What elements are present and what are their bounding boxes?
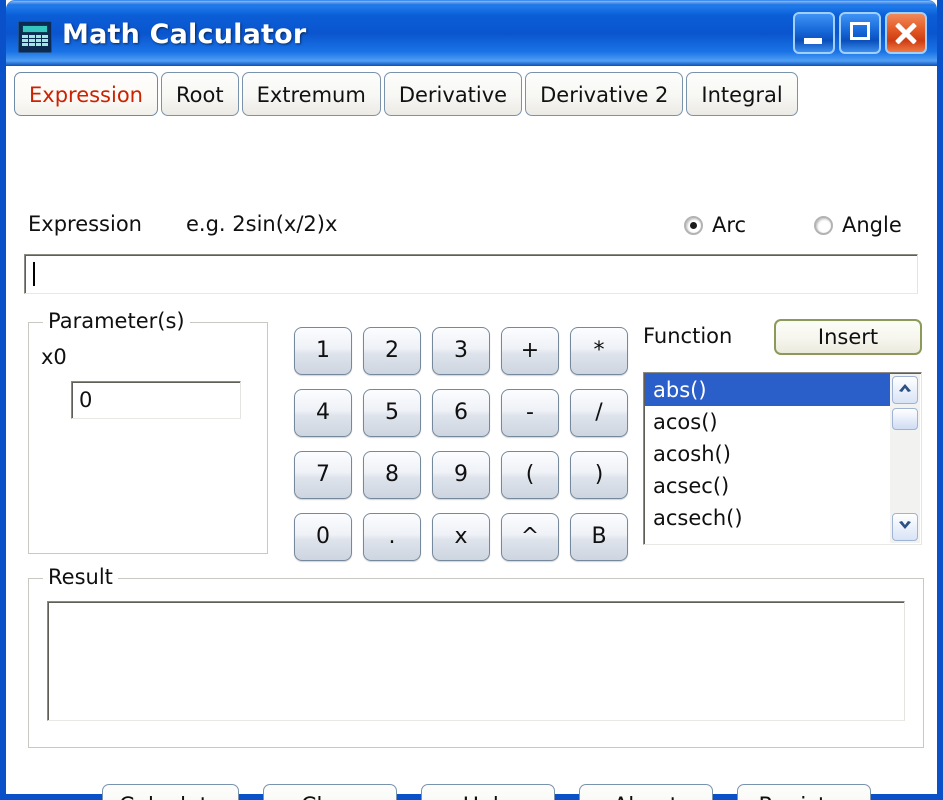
key-paren-close[interactable]: ) — [570, 451, 628, 499]
maximize-button[interactable] — [839, 12, 881, 54]
function-item-acsec[interactable]: acsec() — [645, 470, 890, 502]
tab-extremum[interactable]: Extremum — [241, 72, 381, 116]
function-item-acsech[interactable]: acsech() — [645, 502, 890, 534]
expression-label: Expression — [28, 212, 142, 236]
tab-derivative-2[interactable]: Derivative 2 — [525, 72, 684, 116]
close-button[interactable] — [885, 12, 927, 54]
calculator-icon — [18, 21, 52, 53]
key-multiply[interactable]: * — [570, 327, 628, 375]
scroll-down-icon[interactable] — [892, 513, 918, 541]
radio-angle-label: Angle — [842, 213, 902, 237]
function-list[interactable]: abs() acos() acosh() acsec() acsech() — [643, 372, 922, 545]
key-decimal-point[interactable]: . — [363, 513, 421, 561]
key-7[interactable]: 7 — [294, 451, 352, 499]
function-item-acosh[interactable]: acosh() — [645, 438, 890, 470]
function-list-scrollbar[interactable] — [890, 374, 920, 543]
window-controls — [793, 12, 927, 54]
key-6[interactable]: 6 — [432, 389, 490, 437]
key-8[interactable]: 8 — [363, 451, 421, 499]
radio-arc-label: Arc — [712, 213, 747, 237]
function-item-acos[interactable]: acos() — [645, 406, 890, 438]
key-4[interactable]: 4 — [294, 389, 352, 437]
key-0[interactable]: 0 — [294, 513, 352, 561]
key-minus[interactable]: - — [501, 389, 559, 437]
client-area: Expression Root Extremum Derivative Deri… — [6, 66, 937, 800]
function-label: Function — [643, 324, 733, 348]
tab-root[interactable]: Root — [161, 72, 239, 116]
key-power[interactable]: ^ — [501, 513, 559, 561]
title-bar: Math Calculator — [6, 0, 937, 66]
clear-button[interactable]: Clear — [262, 784, 397, 800]
key-plus[interactable]: + — [501, 327, 559, 375]
radio-arc[interactable]: Arc — [684, 213, 746, 237]
action-button-row: Calculate Clear Help About Register — [102, 784, 871, 800]
radio-angle[interactable]: Angle — [814, 213, 902, 237]
insert-button[interactable]: Insert — [774, 319, 922, 355]
key-x[interactable]: x — [432, 513, 490, 561]
result-textarea[interactable] — [47, 601, 905, 721]
key-backspace[interactable]: B — [570, 513, 628, 561]
parameter-x0-input[interactable]: 0 — [71, 381, 241, 419]
calculate-button[interactable]: Calculate — [102, 784, 239, 800]
scroll-up-icon[interactable] — [892, 376, 918, 404]
key-2[interactable]: 2 — [363, 327, 421, 375]
about-button[interactable]: About — [578, 784, 713, 800]
radio-angle-indicator — [814, 215, 833, 235]
tab-integral[interactable]: Integral — [686, 72, 798, 116]
parameter-x0-value: 0 — [79, 388, 93, 412]
function-list-items: abs() acos() acosh() acsec() acsech() — [645, 374, 890, 534]
minimize-button[interactable] — [793, 12, 835, 54]
result-group: Result — [28, 565, 924, 748]
tab-expression[interactable]: Expression — [14, 72, 158, 116]
app-root: Math Calculator Expression Root Extremum… — [0, 0, 943, 800]
key-3[interactable]: 3 — [432, 327, 490, 375]
key-paren-open[interactable]: ( — [501, 451, 559, 499]
key-1[interactable]: 1 — [294, 327, 352, 375]
expression-hint: e.g. 2sin(x/2)x — [186, 212, 338, 236]
radio-arc-indicator — [684, 215, 703, 235]
key-5[interactable]: 5 — [363, 389, 421, 437]
tab-derivative[interactable]: Derivative — [383, 72, 523, 116]
parameter-x0-label: x0 — [41, 345, 67, 369]
main-window: Math Calculator Expression Root Extremum… — [0, 0, 943, 800]
parameters-group: Parameter(s) x0 0 — [28, 309, 268, 554]
window-title: Math Calculator — [62, 19, 307, 50]
keypad: 1 2 3 + * 4 5 6 - / 7 8 9 ( ) 0 . x ^ B — [289, 320, 634, 568]
calculator-icon-keys — [22, 35, 48, 46]
key-divide[interactable]: / — [570, 389, 628, 437]
tab-bar: Expression Root Extremum Derivative Deri… — [14, 72, 798, 116]
function-list-scroll-thumb[interactable] — [892, 408, 918, 430]
text-caret — [33, 262, 35, 286]
key-9[interactable]: 9 — [432, 451, 490, 499]
register-button[interactable]: Register — [736, 784, 871, 800]
parameters-legend: Parameter(s) — [43, 309, 190, 333]
function-item-abs[interactable]: abs() — [645, 374, 890, 406]
help-button[interactable]: Help — [420, 784, 555, 800]
calculator-icon-display — [22, 25, 48, 33]
expression-input[interactable] — [24, 254, 918, 294]
result-legend: Result — [43, 565, 118, 589]
